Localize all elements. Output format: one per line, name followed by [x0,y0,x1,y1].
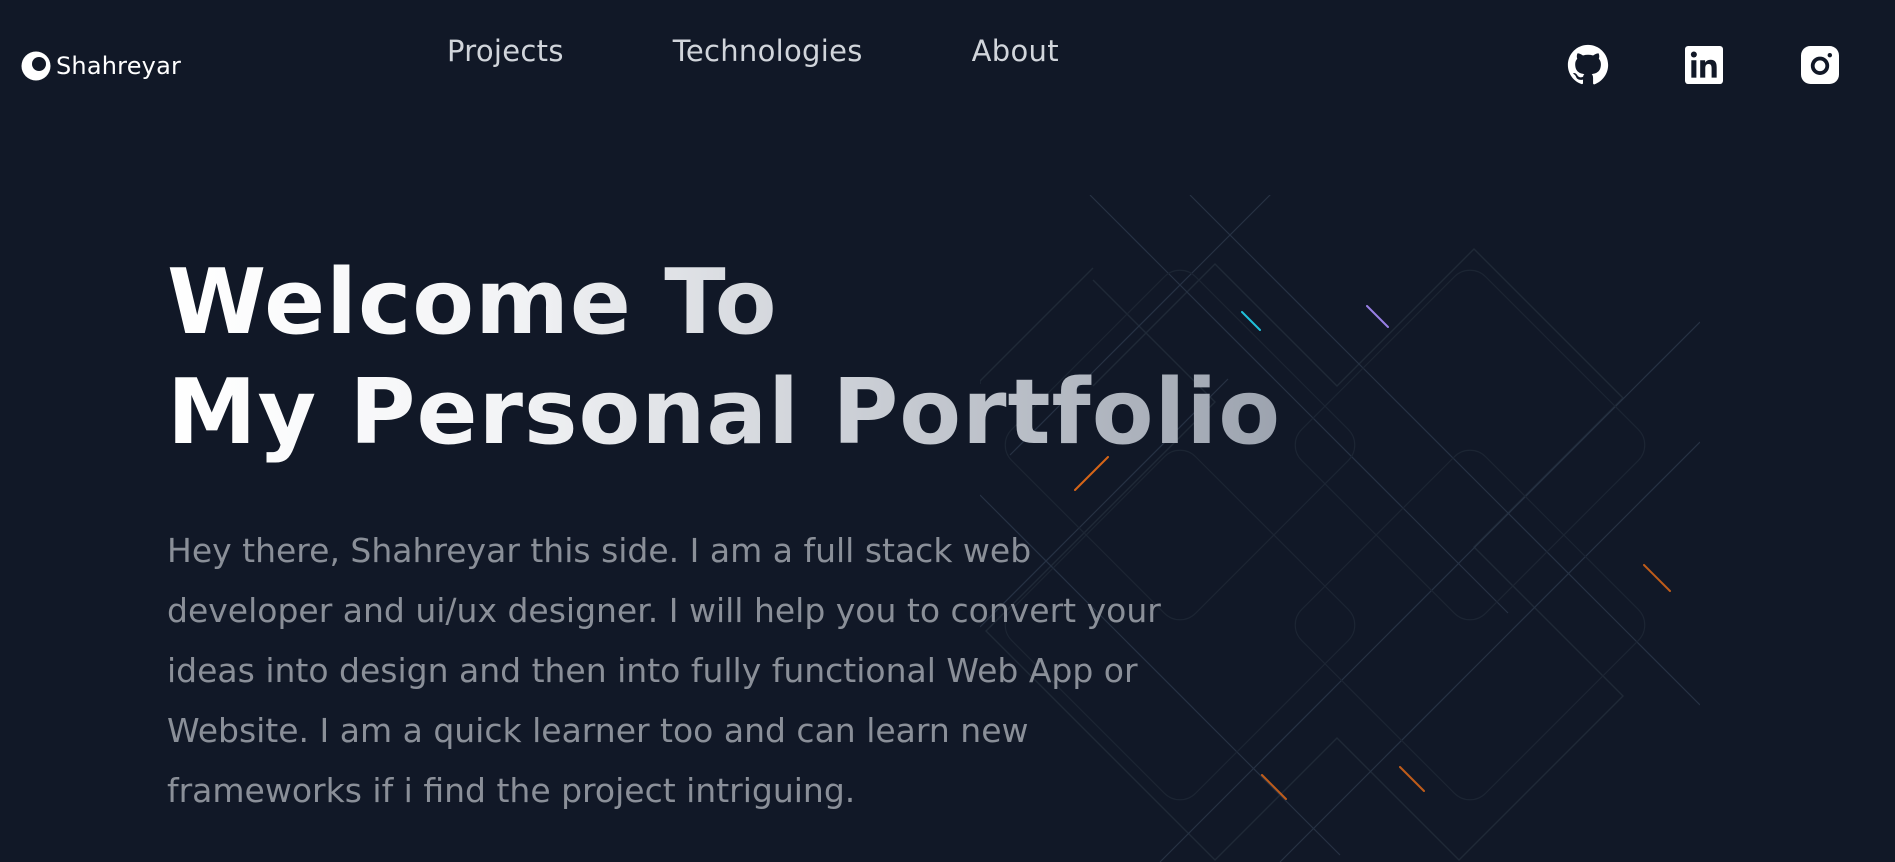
linkedin-icon [1685,46,1723,84]
brand-logo[interactable]: Shahreyar [20,50,181,82]
github-link[interactable] [1567,44,1609,86]
nav-link-about[interactable]: About [972,34,1059,68]
hero-title-line-1: Welcome To [167,250,778,355]
purple-spark [1366,305,1389,328]
social-links [1567,44,1841,86]
nav-link-technologies[interactable]: Technologies [673,34,863,68]
brand-name: Shahreyar [56,52,182,80]
instagram-icon [1801,46,1839,84]
site-header: Shahreyar Projects Technologies About [0,0,1895,130]
main-nav: Projects Technologies About [447,34,1059,68]
hero-section: Welcome To My Personal Portfolio Hey the… [167,248,1281,821]
github-icon [1567,44,1609,85]
hero-title: Welcome To My Personal Portfolio [167,248,1281,468]
hero-title-line-2: My Personal Portfolio [167,360,1282,465]
nav-link-projects[interactable]: Projects [447,34,564,68]
logo-icon [21,51,51,81]
orange-spark [1643,564,1671,592]
hero-description: Hey there, Shahreyar this side. I am a f… [167,531,1161,810]
linkedin-link[interactable] [1683,44,1725,86]
orange-spark [1399,766,1425,792]
instagram-link[interactable] [1799,44,1841,86]
